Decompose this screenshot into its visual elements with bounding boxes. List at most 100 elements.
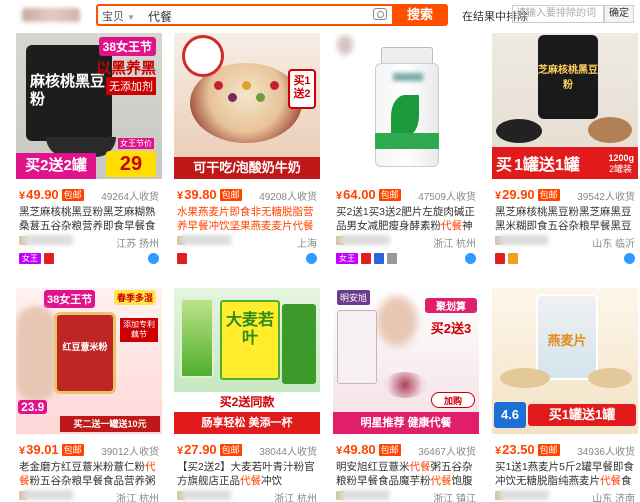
product-label: 红豆薏米粉 — [62, 342, 108, 352]
title-segment: 明安旭红豆薏米 — [336, 461, 410, 473]
product-title-link[interactable]: 买1送1燕麦片5斤2罐早餐即食冲饮无糖脱脂纯燕麦片代餐食品 — [495, 460, 635, 488]
bottle-stripe — [375, 133, 439, 149]
price-row: ¥23.50 包邮 34936人收货 — [495, 442, 635, 458]
brand-logo: 明安旭 — [337, 290, 371, 305]
product-image[interactable]: 芝麻核桃黑豆粉买 1罐送1罐 1200g 2罐装 — [492, 33, 638, 179]
free-shipping-badge: 包邮 — [537, 444, 560, 456]
search-category-select[interactable]: 宝贝 ▼ — [102, 8, 135, 24]
promo-banner: 买二送一罐送10元 — [60, 416, 160, 432]
shop-location: 浙江 杭州 — [433, 239, 476, 250]
title-segment: 水果燕麦片即食非无糖脱脂营养早餐冲饮坚果燕麦麦片代餐食品饱腹 — [177, 206, 314, 232]
title-segment: 黑芝麻核桃黑豆粉黑芝麻黑豆黑米糊即食五谷杂粮早餐黑豆粉 现磨熟黑芝麻糊即食三黑营… — [495, 206, 632, 232]
product-title-link[interactable]: 老金磨方红豆薏米粉薏仁粉代餐粉五谷杂粮早餐食品营养粥懒人冲饮 — [19, 460, 159, 488]
product-card[interactable]: 芝麻核桃黑豆粉买 1罐送1罐 1200g 2罐装 ¥29.90 包邮 39542人收货 黑芝麻… — [492, 33, 638, 269]
product-label: 大麦若叶 — [225, 312, 274, 347]
sales-count: 39012人收货 — [101, 447, 159, 458]
product-card[interactable]: 麻核桃黑豆粉 38女王节 以黑养黑 无添加剂 买2送2罐 29 女王节价 ¥49.90 包邮 49… — [16, 33, 162, 274]
shop-name-link[interactable] — [181, 490, 231, 500]
promo-tag: 38女王节 — [44, 290, 96, 308]
product-title-link[interactable]: 水果燕麦片即食非无糖脱脂营养早餐冲饮坚果燕麦麦片代餐食品饱腹 — [177, 205, 317, 233]
product-card[interactable]: 大麦若叶 买2送同款 肠享轻松 美添一杯 ¥27.90 包邮 38044人收货 【买2送2】… — [174, 288, 320, 502]
shop-location: 上海 — [297, 239, 317, 250]
avatar-blur — [337, 35, 353, 55]
price-tag: 23.9 — [18, 400, 48, 414]
product-image[interactable]: 麻核桃黑豆粉 38女王节 以黑养黑 无添加剂 买2送2罐 29 女王节价 — [16, 33, 162, 179]
product-box-side — [282, 304, 316, 384]
shop-name-link[interactable] — [340, 235, 390, 245]
shop-name-link[interactable] — [181, 235, 231, 245]
search-button[interactable]: 搜索 — [392, 4, 448, 26]
service-badge-icon[interactable] — [387, 253, 397, 264]
shop-row: 江苏 扬州 — [19, 235, 159, 250]
product-card[interactable]: ¥64.00 包邮 47509人收货 买2送1买3送2肥片左旋肉碱正品男女减肥瘦身酵素… — [333, 33, 479, 274]
product-card[interactable]: 燕麦片 4.6 买1罐送1罐 ¥23.50 包邮 34936人收货买1送1燕麦片5斤2罐早… — [492, 288, 638, 502]
product-title-link[interactable]: 买2送1买3送2肥片左旋肉碱正品男女减肥瘦身酵素粉代餐神器 — [336, 205, 476, 233]
add-cart-button[interactable]: 加购 — [431, 392, 475, 408]
free-shipping-badge: 包邮 — [378, 189, 401, 201]
product-image[interactable]: 大麦若叶 买2送同款 肠享轻松 美添一杯 — [174, 288, 320, 434]
service-badge-icon[interactable] — [44, 253, 54, 264]
wangwang-chat-icon[interactable] — [465, 253, 476, 264]
service-badge-icon[interactable] — [177, 253, 187, 264]
wangwang-chat-icon[interactable] — [306, 253, 317, 264]
product-card[interactable]: 38女王节 春季多湿 红豆薏米粉 添加专利藕节 23.9 买二送一罐送10元 ¥39.01 包… — [16, 288, 162, 502]
shop-name-link[interactable] — [23, 235, 73, 245]
search-input[interactable]: 代餐 — [148, 8, 348, 25]
wangwang-chat-icon[interactable] — [148, 253, 159, 264]
exclude-input[interactable]: 请输入要排除的词 — [512, 5, 604, 23]
product-title-link[interactable]: 明安旭红豆薏米代餐粥五谷杂粮粉早餐食品魔芋粉代餐饱腹 — [336, 460, 476, 488]
product-image[interactable]: 38女王节 春季多湿 红豆薏米粉 添加专利藕节 23.9 买二送一罐送10元 — [16, 288, 162, 434]
product-image[interactable] — [333, 33, 479, 179]
badge-row — [495, 253, 635, 265]
wangwang-chat-icon[interactable] — [624, 253, 635, 264]
sales-count: 49208人收货 — [259, 192, 317, 203]
product-jar — [54, 312, 116, 394]
title-segment: 代餐 — [441, 220, 462, 232]
service-badge-icon[interactable] — [361, 253, 371, 264]
sales-count: 39542人收货 — [577, 192, 635, 203]
camera-icon[interactable] — [373, 8, 387, 20]
title-segment: 冲饮 — [261, 475, 282, 487]
free-shipping-badge: 包邮 — [61, 189, 84, 201]
shop-row: 浙江 镇江 — [336, 490, 476, 502]
price-value: 49.90 — [26, 187, 59, 202]
service-badge-icon[interactable] — [495, 253, 505, 264]
product-image[interactable]: 燕麦片 4.6 买1罐送1罐 — [492, 288, 638, 434]
product-card[interactable]: 明安旭 聚划算 买2送3 加购 明星推荐 健康代餐 ¥49.80 包邮 36467人收货 明安旭… — [333, 288, 479, 502]
shop-location: 江苏 扬州 — [116, 239, 159, 250]
leaf-logo — [391, 95, 419, 137]
service-badge-icon[interactable] — [508, 253, 518, 264]
product-image[interactable]: 明安旭 聚划算 买2送3 加购 明星推荐 健康代餐 — [333, 288, 479, 434]
product-card[interactable]: 买1送2 可干吃/泡酸奶牛奶 ¥39.80 包邮 49208人收货 水果燕麦片即食非无糖脱… — [174, 33, 320, 269]
tmall-queen-day-icon[interactable]: 女王节 — [336, 253, 358, 274]
product-box — [337, 310, 377, 384]
promo-banner: 买2送2罐 — [16, 153, 96, 179]
service-badge-icon[interactable] — [374, 253, 384, 264]
fruit-piece — [270, 81, 279, 90]
shop-name-link[interactable] — [499, 490, 549, 500]
product-price: ¥39.80 — [177, 187, 217, 202]
badge-row — [177, 253, 317, 265]
product-label: 芝麻核桃黑豆粉 — [538, 65, 598, 91]
free-shipping-badge: 包邮 — [61, 444, 84, 456]
currency-symbol: ¥ — [19, 445, 26, 457]
product-title-link[interactable]: 黑芝麻核桃黑豆粉黑芝麻糊熟桑葚五谷杂粮营养即食早餐食品代餐粉 — [19, 205, 159, 233]
product-title-link[interactable]: 【买2送2】大麦若叶青汁粉官方旗舰店正品代餐冲饮 — [177, 460, 317, 488]
product-price: ¥29.90 — [495, 187, 535, 202]
brand-blur — [393, 73, 423, 81]
title-segment: 代餐 — [430, 475, 452, 487]
shop-row: 浙江 杭州 — [336, 235, 476, 250]
shop-name-link[interactable] — [23, 490, 73, 500]
shop-location: 浙江 杭州 — [116, 494, 159, 502]
shop-name-link[interactable] — [340, 490, 390, 500]
title-segment: 饱腹 — [451, 475, 473, 487]
product-title-link[interactable]: 黑芝麻核桃黑豆粉黑芝麻黑豆黑米糊即食五谷杂粮早餐黑豆粉 现磨熟黑芝麻糊即食三黑营… — [495, 205, 635, 233]
exclude-confirm-button[interactable]: 确定 — [604, 5, 634, 23]
product-image[interactable]: 买1送2 可干吃/泡酸奶牛奶 — [174, 33, 320, 179]
shop-name-link[interactable] — [499, 235, 549, 245]
title-segment: 代餐 — [600, 475, 621, 487]
search-box: 宝贝 ▼ 代餐 — [96, 4, 392, 26]
fruit-piece — [242, 81, 251, 90]
tmall-queen-day-icon[interactable]: 女王节 — [19, 253, 41, 274]
site-logo[interactable] — [22, 8, 80, 22]
